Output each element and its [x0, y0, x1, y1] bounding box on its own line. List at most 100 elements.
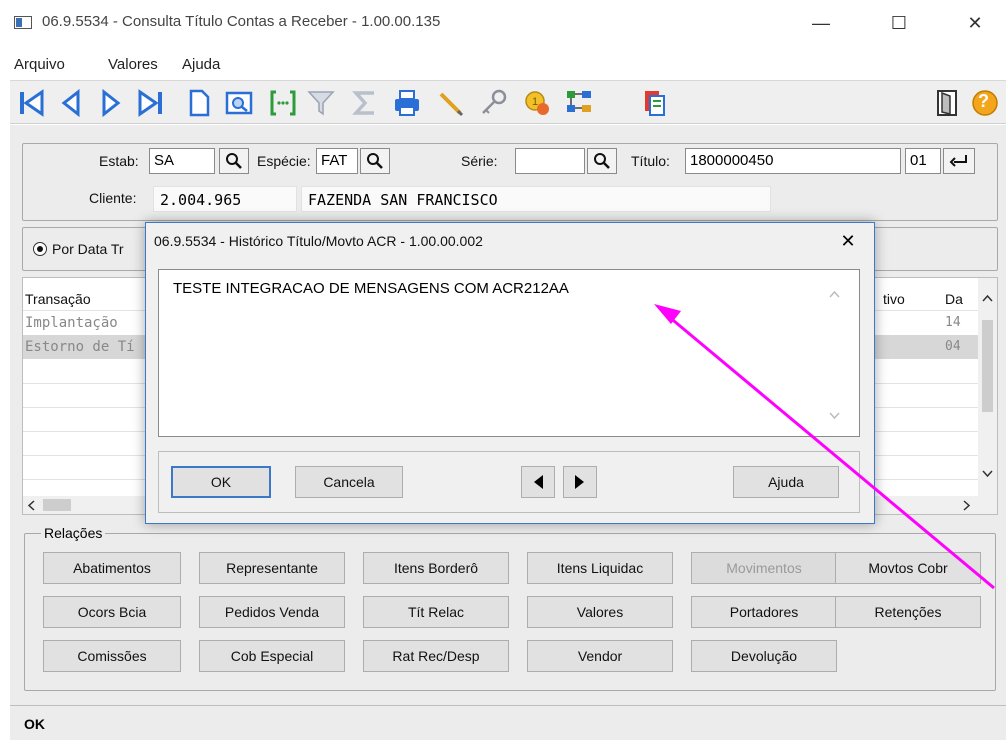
abatimentos-button[interactable]: Abatimentos	[43, 552, 181, 584]
prev-icon[interactable]	[54, 87, 88, 119]
chevron-down-icon	[982, 470, 993, 478]
report-icon[interactable]	[638, 87, 672, 119]
search-icon	[367, 153, 383, 169]
chevron-left-icon	[27, 500, 35, 511]
cliente-label: Cliente:	[89, 190, 137, 206]
dialog-title: 06.9.5534 - Histórico Título/Movto ACR -…	[154, 233, 483, 249]
search-icon	[594, 153, 610, 169]
key-icon[interactable]	[476, 87, 510, 119]
historico-dialog: 06.9.5534 - Histórico Título/Movto ACR -…	[145, 222, 875, 524]
search-icon	[226, 153, 242, 169]
memo-text: TESTE INTEGRACAO DE MENSAGENS COM ACR212…	[173, 280, 569, 297]
first-icon[interactable]	[14, 87, 48, 119]
especie-zoom-button[interactable]	[360, 148, 390, 174]
previous-button[interactable]	[521, 466, 555, 498]
chevron-right-icon	[963, 500, 971, 511]
exit-door-icon[interactable]	[930, 87, 964, 119]
chevron-up-icon	[829, 290, 840, 298]
cell-transacao: Estorno de Tí	[25, 339, 135, 355]
app-icon	[14, 16, 32, 29]
pedidos-venda-button[interactable]: Pedidos Venda	[199, 596, 345, 628]
col-ativo: tivo	[883, 291, 905, 307]
tree-icon[interactable]	[562, 87, 596, 119]
col-transacao: Transação	[25, 291, 91, 307]
toolbar: 1 ?	[10, 80, 1006, 124]
relacoes-group: Relações Abatimentos Representante Itens…	[24, 525, 996, 691]
minimize-button[interactable]: —	[806, 12, 836, 36]
rat-rec-desp-button[interactable]: Rat Rec/Desp	[363, 640, 509, 672]
relacoes-title: Relações	[41, 525, 106, 541]
menu-bar: Arquivo Valores Ajuda	[0, 52, 1006, 80]
grid-hscroll-thumb[interactable]	[43, 499, 71, 511]
close-button[interactable]: ✕	[960, 12, 990, 36]
svg-text:1: 1	[532, 96, 538, 108]
dialog-button-bar: OK Cancela Ajuda	[158, 451, 860, 513]
cancel-button[interactable]: Cancela	[295, 466, 403, 498]
next-icon[interactable]	[94, 87, 128, 119]
menu-arquivo[interactable]: Arquivo	[14, 56, 65, 73]
coins-icon[interactable]: 1	[520, 87, 554, 119]
tit-relac-button[interactable]: Tít Relac	[363, 596, 509, 628]
help-icon[interactable]: ?	[968, 87, 1002, 119]
enter-arrow-icon	[949, 155, 967, 167]
representante-button[interactable]: Representante	[199, 552, 345, 584]
window-titlebar: 06.9.5534 - Consulta Título Contas a Rec…	[0, 0, 1006, 52]
movimentos-button[interactable]: Movimentos	[691, 552, 837, 584]
grid-vscroll-thumb[interactable]	[982, 320, 993, 412]
sum-icon[interactable]	[348, 87, 382, 119]
estab-field[interactable]: SA	[149, 148, 215, 174]
serie-field[interactable]	[515, 148, 585, 174]
new-doc-icon[interactable]	[182, 87, 216, 119]
valores-button[interactable]: Valores	[527, 596, 673, 628]
retencoes-button[interactable]: Retenções	[835, 596, 981, 628]
movtos-cobr-button[interactable]: Movtos Cobr	[835, 552, 981, 584]
next-record-button[interactable]	[563, 466, 597, 498]
filter-icon[interactable]	[304, 87, 338, 119]
serie-label: Série:	[461, 153, 498, 169]
menu-ajuda[interactable]: Ajuda	[182, 56, 220, 73]
ocors-bcia-button[interactable]: Ocors Bcia	[43, 596, 181, 628]
triangle-left-icon	[534, 475, 543, 489]
cliente-name: FAZENDA SAN FRANCISCO	[301, 186, 771, 212]
menu-valores[interactable]: Valores	[108, 56, 158, 73]
por-data-label: Por Data Tr	[52, 241, 124, 257]
serie-zoom-button[interactable]	[587, 148, 617, 174]
grid-vscrollbar[interactable]	[978, 278, 997, 496]
triangle-right-icon	[575, 475, 584, 489]
last-icon[interactable]	[134, 87, 168, 119]
por-data-radio[interactable]	[33, 242, 47, 256]
parcela-field[interactable]: 01	[905, 148, 941, 174]
estab-zoom-button[interactable]	[219, 148, 249, 174]
cob-especial-button[interactable]: Cob Especial	[199, 640, 345, 672]
titulo-field[interactable]: 1800000450	[685, 148, 901, 174]
help-icon-glyph: ?	[978, 91, 989, 111]
cell-da: 14	[945, 315, 961, 330]
maximize-button[interactable]: ☐	[884, 12, 914, 36]
zoom-icon[interactable]	[222, 87, 256, 119]
dialog-help-button[interactable]: Ajuda	[733, 466, 839, 498]
especie-label: Espécie:	[257, 153, 311, 169]
itens-liquidac-button[interactable]: Itens Liquidac	[527, 552, 673, 584]
dialog-close-button[interactable]: ✕	[834, 229, 862, 253]
itens-bordero-button[interactable]: Itens Borderô	[363, 552, 509, 584]
comissoes-button[interactable]: Comissões	[43, 640, 181, 672]
header-panel: Estab: SA Espécie: FAT Série: Título: 18…	[22, 143, 998, 221]
edit-icon[interactable]	[434, 87, 468, 119]
chevron-down-icon	[829, 412, 840, 420]
vendor-button[interactable]: Vendor	[527, 640, 673, 672]
print-icon[interactable]	[390, 87, 424, 119]
goto-icon[interactable]	[266, 87, 300, 119]
status-text: OK	[24, 716, 45, 732]
portadores-button[interactable]: Portadores	[691, 596, 837, 628]
enter-button[interactable]	[943, 148, 975, 174]
ok-button[interactable]: OK	[171, 466, 271, 498]
cell-transacao: Implantação	[25, 315, 118, 331]
col-da: Da	[945, 291, 963, 307]
estab-label: Estab:	[99, 153, 139, 169]
devolucao-button[interactable]: Devolução	[691, 640, 837, 672]
especie-field[interactable]: FAT	[316, 148, 358, 174]
historico-memo[interactable]: TESTE INTEGRACAO DE MENSAGENS COM ACR212…	[158, 269, 860, 437]
cell-da: 04	[945, 339, 961, 354]
window-title: 06.9.5534 - Consulta Título Contas a Rec…	[42, 13, 441, 30]
chevron-up-icon	[982, 294, 993, 302]
